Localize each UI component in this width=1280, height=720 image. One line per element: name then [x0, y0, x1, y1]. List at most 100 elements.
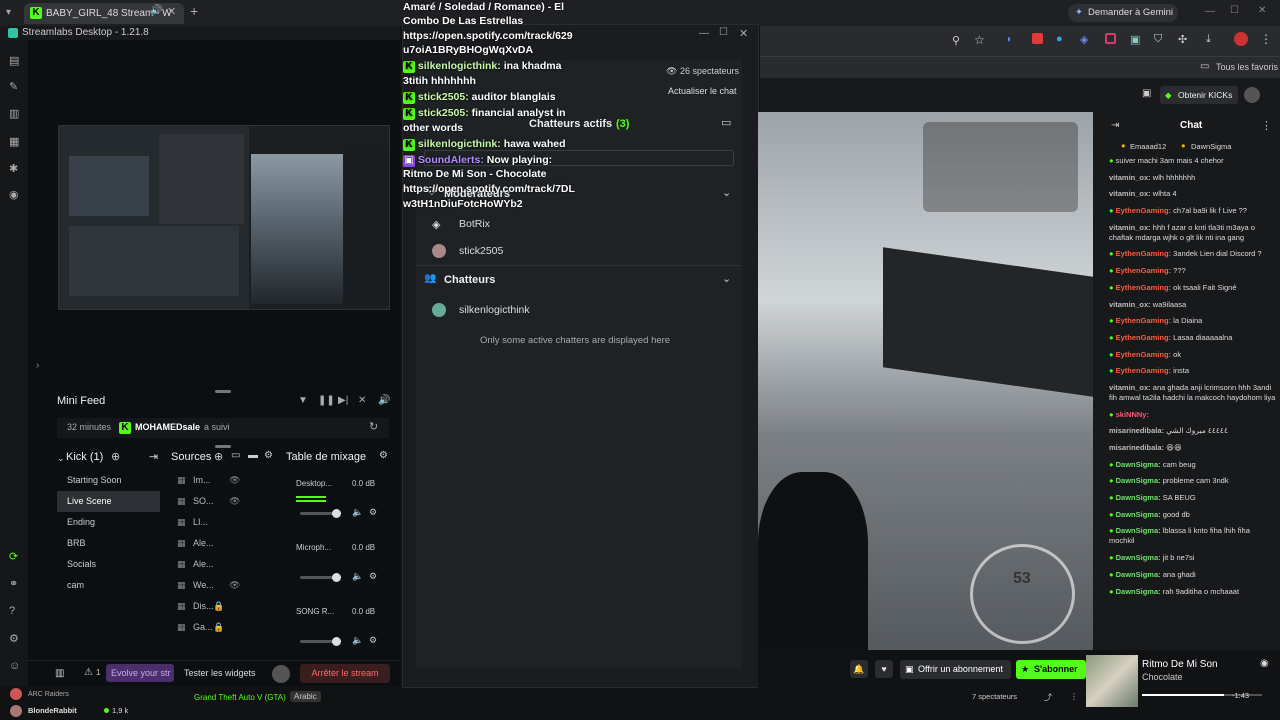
refresh-chat-link[interactable]: Actualiser le chat: [668, 86, 737, 96]
subscribe-button[interactable]: ★ S'abonner: [1016, 660, 1086, 679]
chat-username[interactable]: DawnSigma:: [1116, 553, 1161, 562]
chat-username[interactable]: DawnSigma:: [1116, 493, 1161, 502]
chat-username[interactable]: vitamin_ox:: [1109, 223, 1151, 232]
channel-name[interactable]: BlondeRabbit: [28, 706, 77, 715]
popout-icon[interactable]: ▭: [721, 116, 731, 129]
speaker-icon[interactable]: 🔈: [352, 571, 363, 582]
folder-add-icon[interactable]: ▭: [231, 450, 240, 461]
browser-menu-icon[interactable]: ⋮: [1260, 32, 1272, 46]
warning-icon[interactable]: ⚠: [84, 667, 93, 678]
chat-username[interactable]: EythenGaming:: [1116, 366, 1171, 375]
scene-item-active[interactable]: Live Scene: [57, 491, 160, 512]
user-avatar[interactable]: [1244, 87, 1260, 103]
language-tag[interactable]: Arabic: [290, 691, 321, 702]
gift-sub-button[interactable]: ▣ Offrir un abonnement: [900, 660, 1011, 679]
add-source-icon[interactable]: ⊕: [214, 450, 223, 463]
extension-3-icon[interactable]: ●: [1056, 33, 1063, 45]
stop-stream-button[interactable]: Arrêter le stream: [300, 664, 390, 683]
source-item[interactable]: LI...: [173, 512, 273, 533]
chat-username[interactable]: vitamin_ox:: [1109, 383, 1151, 392]
collapse-icon[interactable]: ⌄: [57, 453, 65, 464]
chat-username[interactable]: misarinedibala:: [1109, 426, 1164, 435]
profile-icon[interactable]: ☺: [9, 660, 20, 672]
chat-username[interactable]: DawnSigma:: [1116, 476, 1161, 485]
scene-item[interactable]: Socials: [57, 554, 160, 575]
source-item[interactable]: Ga...🔒: [173, 617, 273, 638]
repeat-icon[interactable]: ↻: [369, 420, 378, 433]
chat-username[interactable]: EythenGaming:: [1116, 283, 1171, 292]
chat-username[interactable]: DawnSigma:: [1116, 570, 1161, 579]
chat-username[interactable]: EythenGaming:: [1116, 249, 1171, 258]
visibility-icon[interactable]: 👁: [229, 575, 240, 596]
mixer-settings-icon[interactable]: ⚙: [379, 450, 388, 461]
source-item[interactable]: Im... 👁: [173, 470, 273, 491]
chat-username[interactable]: skiNNNy:: [1116, 410, 1149, 419]
editor-icon[interactable]: ▤: [9, 54, 19, 67]
stream-menu-icon[interactable]: ⋮: [1070, 692, 1078, 701]
chatters-section-header[interactable]: 👥 Chatteurs ⌄: [424, 272, 734, 292]
chat-username[interactable]: vitamin_ox:: [1109, 300, 1151, 309]
filter-icon[interactable]: ▼: [298, 395, 308, 406]
channel-settings-icon[interactable]: ⚙: [369, 571, 377, 582]
visibility-icon[interactable]: 👁: [229, 470, 240, 491]
collapse-chat-icon[interactable]: ⇥: [1111, 120, 1119, 131]
store-icon[interactable]: ▥: [9, 107, 19, 120]
volume-slider[interactable]: [300, 509, 341, 518]
mute-alerts-icon[interactable]: ✕: [358, 395, 366, 406]
chat-username[interactable]: DawnSigma:: [1116, 510, 1161, 519]
slider-knob[interactable]: [332, 509, 341, 518]
chat-username[interactable]: EythenGaming:: [1116, 316, 1171, 325]
moderator-row[interactable]: stick2505: [432, 243, 732, 263]
chat-username[interactable]: EythenGaming:: [1116, 206, 1171, 215]
extension-1-icon[interactable]: ◗: [1006, 34, 1012, 45]
pause-icon[interactable]: ❚❚: [318, 395, 335, 406]
volume-slider[interactable]: [300, 573, 341, 582]
slider-knob[interactable]: [332, 573, 341, 582]
profile-avatar[interactable]: [1234, 32, 1248, 46]
extension-6-icon[interactable]: ▣: [1130, 33, 1140, 46]
visibility-icon[interactable]: 👁: [229, 491, 240, 512]
lock-icon[interactable]: 🔒: [213, 617, 224, 638]
chat-username[interactable]: EythenGaming:: [1116, 350, 1171, 359]
scene-transition-icon[interactable]: ⇥: [149, 450, 158, 463]
minimize-window-icon[interactable]: —: [1205, 6, 1215, 17]
theme-icon[interactable]: ✎: [9, 80, 18, 93]
chat-menu-icon[interactable]: ⋮: [1261, 119, 1272, 132]
get-kicks-button[interactable]: ◆ Obtenir KICKs: [1160, 86, 1239, 104]
moderator-row[interactable]: ◈ BotRix: [432, 216, 732, 236]
chevron-down-icon[interactable]: ⌄: [722, 186, 731, 199]
mute-tab-icon[interactable]: 🔊: [150, 5, 162, 16]
chat-username[interactable]: vitamin_ox:: [1109, 173, 1151, 182]
stats-icon[interactable]: ▥: [55, 668, 64, 679]
record-button[interactable]: [272, 665, 290, 683]
gemini-button[interactable]: ✦ Demander à Gemini: [1068, 4, 1178, 22]
add-scene-icon[interactable]: ⊕: [111, 450, 120, 463]
volume-icon[interactable]: 🔊: [378, 395, 390, 406]
go-live-icon[interactable]: ⟳: [9, 550, 18, 563]
source-item[interactable]: Dis...🔒: [173, 596, 273, 617]
scene-item[interactable]: Ending: [57, 512, 160, 533]
game-category-link[interactable]: Grand Theft Auto V (GTA): [194, 693, 286, 702]
skip-icon[interactable]: ▶|: [338, 395, 348, 406]
help-icon[interactable]: ?: [9, 605, 15, 617]
source-item[interactable]: SO... 👁: [173, 491, 273, 512]
wallet-icon[interactable]: ▣: [1142, 88, 1151, 99]
test-widgets-button[interactable]: Tester les widgets: [184, 668, 256, 678]
extension-4-icon[interactable]: ◈: [1080, 33, 1088, 46]
chatter-row[interactable]: silkenlogicthink: [432, 302, 732, 322]
channel-settings-icon[interactable]: ⚙: [369, 635, 377, 646]
scene-item[interactable]: BRB: [57, 533, 160, 554]
speaker-icon[interactable]: 🔈: [352, 635, 363, 646]
top-user[interactable]: DawnSigma: [1191, 142, 1231, 151]
share-icon[interactable]: ⤴: [1044, 692, 1052, 703]
close-popup-icon[interactable]: ✕: [739, 27, 748, 40]
shield-icon[interactable]: ⛉: [1154, 33, 1162, 46]
new-tab-icon[interactable]: +: [190, 3, 198, 19]
extension-2-icon[interactable]: [1032, 33, 1043, 44]
scenes-title[interactable]: Kick (1): [66, 451, 103, 463]
notify-icon[interactable]: 🔔: [850, 660, 868, 678]
speaker-icon[interactable]: 🔈: [352, 507, 363, 518]
volume-slider[interactable]: [300, 637, 341, 646]
scene-item[interactable]: Starting Soon: [57, 470, 160, 491]
dashboard-icon[interactable]: ▦: [9, 135, 19, 148]
